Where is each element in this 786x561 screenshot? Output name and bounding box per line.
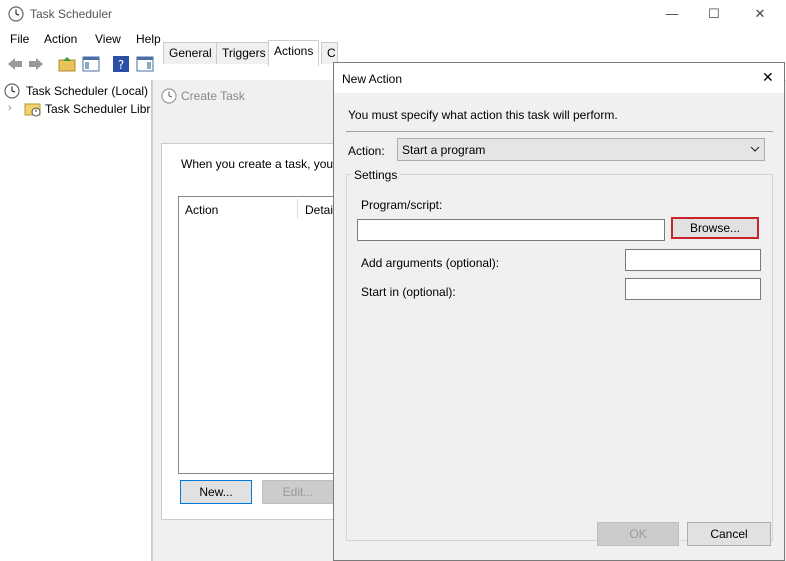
chevron-down-icon xyxy=(750,146,760,152)
divider xyxy=(346,131,773,132)
program-script-input[interactable] xyxy=(357,219,665,241)
column-divider xyxy=(297,199,298,219)
menu-bar: File Action View Help xyxy=(0,28,786,50)
start-in-input[interactable] xyxy=(625,278,761,300)
svg-text:?: ? xyxy=(118,58,124,72)
folder-up-icon[interactable] xyxy=(58,55,76,73)
window-title: Task Scheduler xyxy=(30,7,113,21)
actions-list[interactable]: Action Detai xyxy=(178,196,340,474)
close-button[interactable]: ✕ xyxy=(740,0,780,28)
dialog-body: You must specify what action this task w… xyxy=(334,93,784,560)
tree-item-library-label: Task Scheduler Libra xyxy=(45,102,151,116)
action-label: Action: xyxy=(348,144,385,158)
clock-icon xyxy=(8,6,24,22)
clock-icon xyxy=(161,88,177,104)
menu-file[interactable]: File xyxy=(10,32,29,46)
action-dropdown[interactable]: Start a program xyxy=(397,138,765,161)
menu-help[interactable]: Help xyxy=(136,32,161,46)
tab-general[interactable]: General xyxy=(163,42,218,64)
start-in-label: Start in (optional): xyxy=(361,285,456,299)
new-action-dialog: New Action ✕ You must specify what actio… xyxy=(333,62,785,561)
tree-item-root-label: Task Scheduler (Local) xyxy=(26,84,149,98)
dialog-close-button[interactable]: ✕ xyxy=(762,69,774,86)
console-tree: Task Scheduler (Local) › Task Scheduler … xyxy=(0,80,152,561)
tab-triggers[interactable]: Triggers xyxy=(216,42,272,64)
maximize-button[interactable]: ☐ xyxy=(694,0,734,28)
ok-button[interactable]: OK xyxy=(597,522,679,546)
chevron-right-icon[interactable]: › xyxy=(8,102,12,114)
main-titlebar: Task Scheduler — ☐ ✕ xyxy=(0,0,786,28)
cancel-button[interactable]: Cancel xyxy=(687,522,771,546)
menu-view[interactable]: View xyxy=(95,32,121,46)
show-action-pane-icon[interactable] xyxy=(136,55,154,73)
instruction-text: You must specify what action this task w… xyxy=(348,108,618,122)
show-hide-console-tree-icon[interactable] xyxy=(82,55,100,73)
action-dropdown-value: Start a program xyxy=(402,143,486,157)
create-task-title: Create Task xyxy=(181,89,245,103)
new-action-button[interactable]: New... xyxy=(180,480,252,504)
column-header-details[interactable]: Detai xyxy=(305,203,335,217)
dialog-titlebar: New Action ✕ xyxy=(334,63,784,93)
edit-action-button[interactable]: Edit... xyxy=(262,480,334,504)
dialog-title: New Action xyxy=(342,72,403,86)
clock-icon xyxy=(4,83,20,99)
back-arrow-icon[interactable] xyxy=(6,55,24,73)
browse-button[interactable]: Browse... xyxy=(671,217,759,239)
add-arguments-label: Add arguments (optional): xyxy=(361,256,500,270)
settings-group-label: Settings xyxy=(351,168,401,182)
forward-arrow-icon[interactable] xyxy=(27,55,45,73)
tree-item-library[interactable]: › Task Scheduler Libra xyxy=(8,101,151,119)
tab-conditions[interactable]: C xyxy=(321,42,338,64)
minimize-button[interactable]: — xyxy=(652,0,692,28)
program-script-label: Program/script: xyxy=(361,198,443,212)
menu-action[interactable]: Action xyxy=(44,32,77,46)
folder-clock-icon xyxy=(24,103,41,117)
tab-actions[interactable]: Actions xyxy=(268,40,320,66)
help-icon[interactable]: ? xyxy=(112,55,130,73)
add-arguments-input[interactable] xyxy=(625,249,761,271)
actions-intro-text: When you create a task, you xyxy=(181,157,333,171)
column-header-action[interactable]: Action xyxy=(185,203,218,217)
